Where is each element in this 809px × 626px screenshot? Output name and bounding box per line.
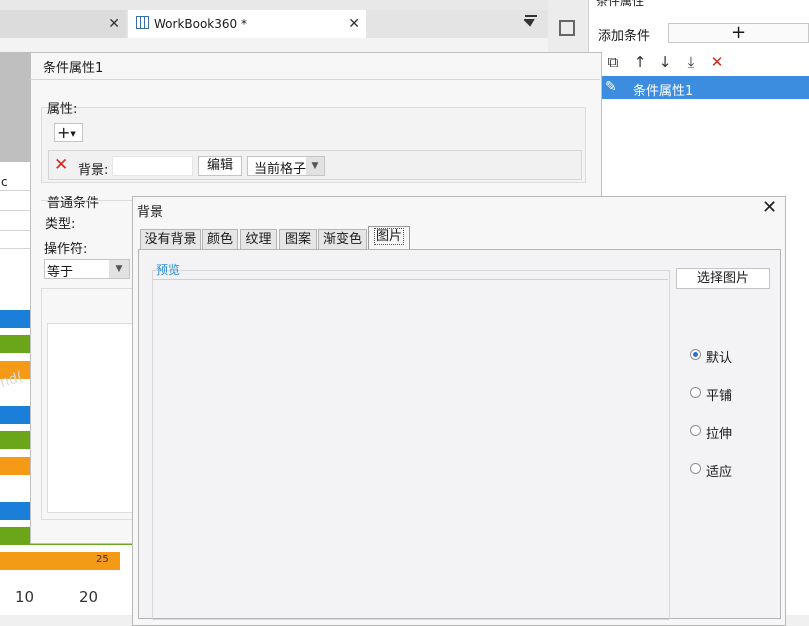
- image-preview-area: [153, 279, 668, 619]
- radio-circle[interactable]: [690, 349, 701, 360]
- chart-bar: [0, 502, 30, 520]
- operator-label: 操作符:: [44, 242, 88, 257]
- grid-line: [0, 230, 30, 231]
- background-label: 背景:: [78, 163, 109, 178]
- background-preview-field: [112, 156, 193, 176]
- operator-select-value: 等于: [47, 265, 74, 280]
- grid-line: [0, 190, 30, 191]
- preview-label: 预览: [156, 263, 181, 277]
- tab-pattern[interactable]: 图案: [279, 229, 317, 249]
- chart-data-label: 25: [96, 554, 109, 565]
- panel-header: 条件属性: [596, 0, 645, 8]
- chart-bar: [0, 310, 30, 328]
- delete-icon[interactable]: ✕: [708, 53, 726, 71]
- close-icon[interactable]: ✕: [762, 199, 777, 217]
- move-bottom-icon[interactable]: ⤓: [682, 53, 700, 71]
- x-axis-tick: 10: [15, 588, 35, 606]
- type-label: 类型:: [45, 217, 76, 232]
- add-condition-label: 添加条件: [598, 29, 651, 44]
- chevron-down-icon: ▼: [70, 130, 76, 138]
- add-property-button[interactable]: +▼: [54, 123, 83, 142]
- radio-label: 平铺: [706, 389, 733, 404]
- chart-bar: [0, 406, 30, 424]
- cell-text: c: [1, 175, 8, 189]
- chart-bar: [0, 335, 30, 353]
- scope-select[interactable]: 当前格子 ▼: [247, 156, 325, 177]
- tab-previous-workbook[interactable]: ✕: [0, 10, 126, 38]
- choose-image-button[interactable]: 选择图片: [676, 268, 770, 289]
- property-label: 属性:: [47, 102, 78, 117]
- tab-workbook360[interactable]: WorkBook360 * ✕: [128, 10, 366, 38]
- tab-gradient[interactable]: 渐变色: [318, 229, 367, 249]
- common-conditions-label: 普通条件: [47, 196, 100, 211]
- scope-select-value: 当前格子: [254, 162, 307, 177]
- copy-icon[interactable]: ⧉: [604, 53, 622, 71]
- chevron-down-icon: ▼: [109, 260, 129, 278]
- radio-label: 默认: [706, 351, 733, 366]
- radio-circle[interactable]: [690, 425, 701, 436]
- condition-list-item[interactable]: ✎ 条件属性1: [599, 76, 809, 99]
- grid-line: [0, 248, 30, 249]
- condition-item-label: 条件属性1: [633, 84, 694, 99]
- edit-button[interactable]: 编辑: [198, 156, 242, 176]
- dialog-title: 背景: [137, 205, 164, 220]
- workbook-icon: [136, 16, 149, 29]
- tab-workbook360-label: WorkBook360 *: [154, 17, 247, 31]
- close-icon[interactable]: ✕: [108, 10, 120, 38]
- radio-circle[interactable]: [690, 463, 701, 474]
- tab-color[interactable]: 颜色: [202, 229, 238, 249]
- layout-icon[interactable]: [559, 20, 575, 36]
- close-icon[interactable]: ✕: [348, 10, 360, 38]
- radio-circle[interactable]: [690, 387, 701, 398]
- common-conditions-group-line: [41, 200, 141, 201]
- radio-label: 拉伸: [706, 427, 733, 442]
- add-condition-button[interactable]: +: [668, 23, 809, 43]
- chart-bar: [0, 431, 30, 449]
- move-down-icon[interactable]: ↓: [656, 53, 674, 71]
- tab-image-label: 图片: [373, 228, 404, 245]
- document-tabbar: ✕ WorkBook360 * ✕: [0, 10, 548, 39]
- divider: [30, 79, 600, 80]
- add-property-symbol: +: [57, 123, 71, 142]
- edit-pencil-icon: ✎: [605, 79, 617, 95]
- dialog-title: 条件属性1: [43, 61, 104, 76]
- top-toolbar-strip: [0, 0, 588, 10]
- ribbon-toolbar: [0, 38, 588, 52]
- x-axis-tick: 20: [79, 588, 99, 606]
- tab-image[interactable]: 图片: [368, 226, 410, 250]
- row-header-strip: [0, 52, 30, 162]
- tab-no-background[interactable]: 没有背景: [140, 229, 201, 249]
- grid-line: [0, 210, 30, 211]
- chevron-down-icon: ▼: [306, 157, 324, 175]
- chart-bar: [0, 457, 30, 475]
- operator-select[interactable]: 等于 ▼: [44, 259, 130, 280]
- tab-texture[interactable]: 纹理: [240, 229, 277, 249]
- tab-list-icon[interactable]: [524, 14, 538, 28]
- condition-value-box[interactable]: [47, 323, 137, 513]
- move-up-icon[interactable]: ↑: [631, 53, 649, 71]
- remove-property-icon[interactable]: ✕: [54, 157, 70, 174]
- radio-label: 适应: [706, 465, 733, 480]
